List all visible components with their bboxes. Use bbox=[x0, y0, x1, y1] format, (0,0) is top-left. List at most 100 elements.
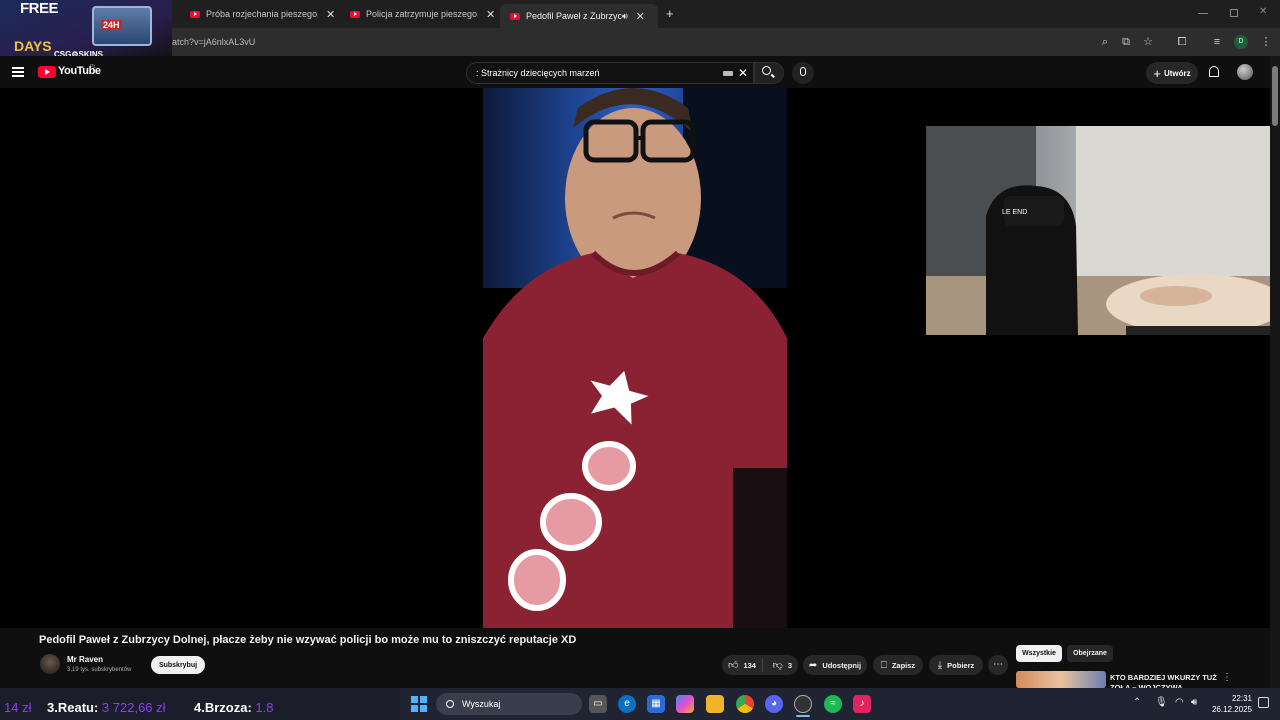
speaker-icon[interactable]: 🔊︎ bbox=[622, 11, 628, 22]
tab-video-3-active[interactable]: Pedofil Paweł z Zubrzycy D 🔊︎ ✕ bbox=[500, 4, 658, 28]
ticker-item-1: 14 zł bbox=[4, 700, 31, 715]
youtube-favicon-icon bbox=[350, 10, 360, 18]
discord-icon[interactable]: ◕ bbox=[765, 695, 783, 713]
hamburger-menu-icon[interactable] bbox=[12, 67, 24, 77]
youtube-logo-icon[interactable] bbox=[38, 66, 56, 78]
webcam-overlay: LE END bbox=[926, 126, 1280, 335]
ticker-label: 14 zł bbox=[4, 700, 32, 715]
share-icon: ➦ bbox=[808, 659, 818, 671]
bookmark-icon: ⎕ bbox=[880, 659, 887, 671]
windows-start-icon[interactable] bbox=[411, 696, 427, 712]
channel-avatar[interactable] bbox=[40, 654, 60, 674]
close-window-icon[interactable]: ✕ bbox=[1259, 6, 1267, 17]
filter-chip-all[interactable]: Wszystkie bbox=[1016, 645, 1062, 662]
like-divider bbox=[762, 658, 763, 672]
dislike-count: 3 bbox=[787, 660, 792, 670]
minimize-icon[interactable] bbox=[1198, 13, 1208, 14]
like-count: 134 bbox=[743, 660, 756, 670]
mic-icon[interactable]: 🎙︎ bbox=[1155, 697, 1168, 708]
search-query[interactable]: : Strażnicy dziecięcych marzeń bbox=[476, 68, 600, 78]
scrollbar-thumb[interactable] bbox=[1272, 66, 1278, 126]
copilot-icon[interactable] bbox=[676, 695, 694, 713]
plus-icon: + bbox=[1153, 65, 1161, 81]
thumbs-up-icon: 👍︎ bbox=[728, 660, 739, 671]
notification-center-icon[interactable] bbox=[1258, 697, 1269, 708]
tab-video-1[interactable]: Próba rozjechania pieszego (Ba ✕ bbox=[180, 4, 338, 24]
tiktok-icon[interactable]: ♪ bbox=[853, 695, 871, 713]
download-icon: ⤓ bbox=[937, 659, 943, 671]
ticker-label: 4.Brzoza: bbox=[194, 700, 252, 715]
like-button[interactable]: 👍︎ 134 bbox=[728, 659, 756, 671]
recommendation-menu-icon[interactable]: ⋮ bbox=[1222, 672, 1232, 683]
chrome-icon[interactable] bbox=[736, 695, 754, 713]
video-frame-image bbox=[483, 88, 787, 628]
close-icon[interactable]: ✕ bbox=[486, 8, 495, 21]
save-label: Zapisz bbox=[891, 660, 916, 670]
ticker-value: 3 722,66 zł bbox=[101, 700, 166, 715]
ticker-label: 3.Reatu: bbox=[47, 700, 99, 715]
keyboard-icon[interactable] bbox=[723, 71, 733, 76]
install-app-icon[interactable]: ⧉ bbox=[1119, 35, 1133, 49]
download-button[interactable]: ⤓ Pobierz bbox=[929, 655, 983, 675]
obs-icon[interactable] bbox=[794, 695, 812, 713]
notifications-bell-icon[interactable] bbox=[1209, 66, 1219, 77]
search-icon bbox=[446, 700, 454, 708]
chrome-menu-icon[interactable]: ⋮ bbox=[1259, 35, 1273, 49]
search-icon bbox=[762, 66, 771, 75]
mic-icon bbox=[800, 67, 806, 76]
save-button[interactable]: ⎕ Zapisz bbox=[873, 655, 923, 675]
url-field[interactable]: atch?v=jA6nlxAL3vU bbox=[172, 37, 255, 47]
maximize-icon[interactable] bbox=[1230, 9, 1238, 17]
clock-time: 22:31 bbox=[1231, 694, 1252, 703]
profile-avatar[interactable]: D bbox=[1234, 35, 1248, 49]
tray-overflow-icon[interactable]: ⌃ bbox=[1133, 697, 1141, 708]
media-control-icon[interactable]: ≡ bbox=[1210, 35, 1224, 49]
spotify-icon[interactable]: ≈ bbox=[824, 695, 842, 713]
account-avatar[interactable] bbox=[1237, 64, 1253, 80]
page-scrollbar[interactable] bbox=[1270, 56, 1280, 688]
close-icon[interactable]: ✕ bbox=[326, 8, 335, 21]
tab-label: Policja zatrzymuje pieszego na bbox=[366, 9, 478, 19]
recommendation-thumbnail[interactable] bbox=[1016, 671, 1106, 688]
dislike-button[interactable]: 👎︎ 3 bbox=[773, 659, 792, 671]
channel-name[interactable]: Mr Raven bbox=[67, 655, 103, 664]
video-title: Pedofil Paweł z Zubrzycy Dolnej, płacze … bbox=[39, 634, 577, 646]
file-explorer-icon[interactable] bbox=[706, 695, 724, 713]
store-icon[interactable]: ▦ bbox=[647, 695, 665, 713]
tab-label: Pedofil Paweł z Zubrzycy D bbox=[526, 11, 622, 21]
like-dislike-group: 👍︎ 134 👎︎ 3 bbox=[722, 655, 798, 675]
video-frame[interactable] bbox=[483, 88, 787, 628]
create-label: Utwórz bbox=[1163, 68, 1191, 78]
taskbar-search-input[interactable]: Wyszukaj bbox=[436, 693, 582, 715]
zoom-icon[interactable]: ⌕ bbox=[1098, 35, 1112, 49]
thumbs-down-icon: 👎︎ bbox=[772, 660, 783, 671]
wifi-icon[interactable]: ◠ bbox=[1175, 697, 1184, 708]
subscriber-count: 3,19 tys. subskrybentów bbox=[67, 667, 132, 673]
download-label: Pobierz bbox=[947, 660, 975, 670]
tab-label: Próba rozjechania pieszego (Ba bbox=[206, 9, 318, 19]
filter-chip-watched[interactable]: Obejrzane bbox=[1067, 645, 1113, 662]
youtube-favicon-icon bbox=[510, 12, 520, 20]
volume-icon[interactable]: 🔊︎ bbox=[1191, 697, 1197, 708]
youtube-favicon-icon bbox=[190, 10, 200, 18]
edge-icon[interactable]: e bbox=[618, 695, 636, 713]
new-tab-button[interactable]: + bbox=[666, 6, 674, 21]
tab-video-2[interactable]: Policja zatrzymuje pieszego na ✕ bbox=[340, 4, 498, 24]
clock-date: 26.12.2025 bbox=[1211, 705, 1252, 714]
task-view-icon[interactable]: ▭ bbox=[589, 695, 607, 713]
close-icon[interactable]: ✕ bbox=[636, 10, 645, 23]
extensions-icon[interactable]: ⧠ bbox=[1175, 35, 1189, 49]
more-actions-icon[interactable]: ⋯ bbox=[988, 655, 1008, 675]
share-label: Udostępnij bbox=[822, 660, 862, 670]
system-clock[interactable]: 22:31 26.12.2025 bbox=[1210, 693, 1252, 715]
share-button[interactable]: ➦ Udostępnij bbox=[803, 655, 867, 675]
clear-search-icon[interactable]: ✕ bbox=[738, 66, 748, 80]
bookmark-star-icon[interactable]: ☆ bbox=[1141, 35, 1155, 49]
create-button[interactable]: + Utwórz bbox=[1146, 62, 1198, 84]
region-code: PL bbox=[90, 64, 97, 70]
ad-days: DAYS bbox=[14, 38, 52, 54]
webcam-image: LE END bbox=[926, 126, 1280, 335]
ad-badge: 24H bbox=[101, 20, 122, 30]
subscribe-button[interactable]: Subskrybuj bbox=[151, 656, 205, 674]
ticker-item-2: 3.Reatu: 3 722,66 zł bbox=[47, 700, 166, 715]
